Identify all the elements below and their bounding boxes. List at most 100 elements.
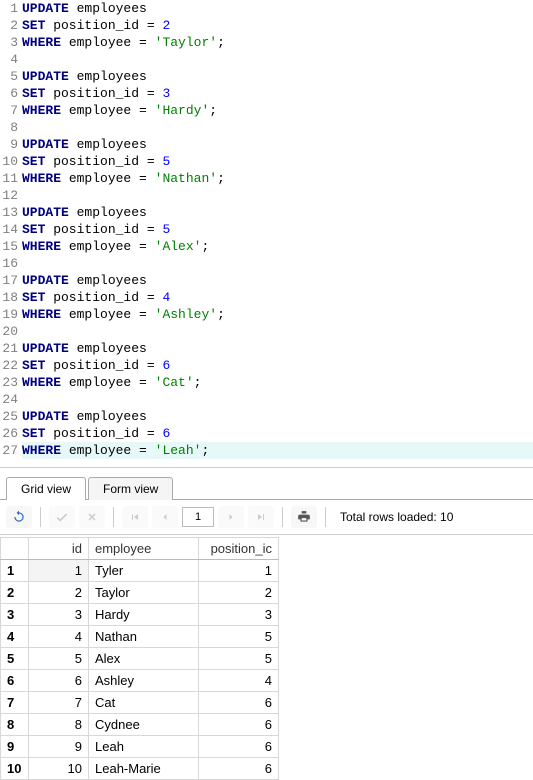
row-number[interactable]: 1: [1, 560, 29, 582]
row-number[interactable]: 8: [1, 714, 29, 736]
code-line[interactable]: [22, 51, 533, 68]
cell-id[interactable]: 10: [29, 758, 89, 780]
print-button[interactable]: [291, 506, 317, 528]
code-line[interactable]: SET position_id = 6: [22, 357, 533, 374]
prev-page-button[interactable]: [152, 506, 178, 528]
code-line[interactable]: [22, 187, 533, 204]
code-line[interactable]: WHERE employee = 'Nathan';: [22, 170, 533, 187]
sql-editor[interactable]: 1234567891011121314151617181920212223242…: [0, 0, 533, 468]
code-line[interactable]: SET position_id = 5: [22, 221, 533, 238]
code-line[interactable]: SET position_id = 5: [22, 153, 533, 170]
cell-position[interactable]: 6: [199, 736, 279, 758]
cell-id[interactable]: 2: [29, 582, 89, 604]
table-row[interactable]: 33Hardy3: [1, 604, 279, 626]
tab-form-view[interactable]: Form view: [88, 477, 173, 500]
table-row[interactable]: 22Taylor2: [1, 582, 279, 604]
code-lines[interactable]: UPDATE employeesSET position_id = 2WHERE…: [22, 0, 533, 459]
row-number[interactable]: 10: [1, 758, 29, 780]
table-row[interactable]: 66Ashley4: [1, 670, 279, 692]
code-line[interactable]: SET position_id = 2: [22, 17, 533, 34]
last-page-button[interactable]: [248, 506, 274, 528]
commit-button[interactable]: [49, 506, 75, 528]
code-line[interactable]: WHERE employee = 'Cat';: [22, 374, 533, 391]
cell-id[interactable]: 3: [29, 604, 89, 626]
code-line[interactable]: [22, 391, 533, 408]
last-page-icon: [255, 511, 267, 523]
cell-position[interactable]: 2: [199, 582, 279, 604]
code-line[interactable]: WHERE employee = 'Ashley';: [22, 306, 533, 323]
separator: [325, 507, 326, 527]
results-tabs: Grid view Form view: [0, 468, 533, 500]
cell-position[interactable]: 4: [199, 670, 279, 692]
code-line[interactable]: WHERE employee = 'Alex';: [22, 238, 533, 255]
column-header-id[interactable]: id: [29, 538, 89, 560]
table-row[interactable]: 88Cydnee6: [1, 714, 279, 736]
column-header-position[interactable]: position_ic: [199, 538, 279, 560]
row-number[interactable]: 7: [1, 692, 29, 714]
results-grid[interactable]: id employee position_ic 11Tyler122Taylor…: [0, 537, 279, 780]
code-line[interactable]: WHERE employee = 'Taylor';: [22, 34, 533, 51]
cell-id[interactable]: 1: [29, 560, 89, 582]
cell-employee[interactable]: Cydnee: [89, 714, 199, 736]
cell-position[interactable]: 5: [199, 648, 279, 670]
cell-position[interactable]: 6: [199, 758, 279, 780]
cell-employee[interactable]: Leah: [89, 736, 199, 758]
row-number[interactable]: 5: [1, 648, 29, 670]
cell-employee[interactable]: Leah-Marie: [89, 758, 199, 780]
code-line[interactable]: SET position_id = 4: [22, 289, 533, 306]
cell-id[interactable]: 7: [29, 692, 89, 714]
code-line[interactable]: UPDATE employees: [22, 0, 533, 17]
table-row[interactable]: 11Tyler1: [1, 560, 279, 582]
cell-employee[interactable]: Hardy: [89, 604, 199, 626]
code-line[interactable]: WHERE employee = 'Hardy';: [22, 102, 533, 119]
next-page-button[interactable]: [218, 506, 244, 528]
cell-position[interactable]: 3: [199, 604, 279, 626]
row-number[interactable]: 9: [1, 736, 29, 758]
cell-id[interactable]: 8: [29, 714, 89, 736]
chevron-right-icon: [225, 511, 237, 523]
cell-employee[interactable]: Taylor: [89, 582, 199, 604]
code-line[interactable]: [22, 119, 533, 136]
table-row[interactable]: 44Nathan5: [1, 626, 279, 648]
cell-position[interactable]: 1: [199, 560, 279, 582]
row-number[interactable]: 2: [1, 582, 29, 604]
cell-id[interactable]: 6: [29, 670, 89, 692]
table-row[interactable]: 77Cat6: [1, 692, 279, 714]
column-header-employee[interactable]: employee: [89, 538, 199, 560]
cell-id[interactable]: 5: [29, 648, 89, 670]
code-line[interactable]: UPDATE employees: [22, 408, 533, 425]
rollback-button[interactable]: [79, 506, 105, 528]
code-line[interactable]: UPDATE employees: [22, 136, 533, 153]
code-line[interactable]: UPDATE employees: [22, 272, 533, 289]
table-row[interactable]: 1010Leah-Marie6: [1, 758, 279, 780]
cell-id[interactable]: 4: [29, 626, 89, 648]
page-number-input[interactable]: 1: [182, 507, 214, 527]
row-number[interactable]: 6: [1, 670, 29, 692]
row-number[interactable]: 4: [1, 626, 29, 648]
cell-employee[interactable]: Ashley: [89, 670, 199, 692]
code-line[interactable]: SET position_id = 6: [22, 425, 533, 442]
code-line[interactable]: UPDATE employees: [22, 68, 533, 85]
cell-position[interactable]: 6: [199, 714, 279, 736]
cell-employee[interactable]: Cat: [89, 692, 199, 714]
x-icon: [86, 511, 98, 523]
results-panel: Grid view Form view: [0, 468, 533, 780]
cell-employee[interactable]: Tyler: [89, 560, 199, 582]
code-line[interactable]: WHERE employee = 'Leah';: [22, 442, 533, 459]
tab-grid-view[interactable]: Grid view: [6, 477, 86, 500]
code-line[interactable]: SET position_id = 3: [22, 85, 533, 102]
cell-employee[interactable]: Nathan: [89, 626, 199, 648]
cell-position[interactable]: 6: [199, 692, 279, 714]
code-line[interactable]: [22, 255, 533, 272]
code-line[interactable]: UPDATE employees: [22, 204, 533, 221]
table-row[interactable]: 55Alex5: [1, 648, 279, 670]
first-page-button[interactable]: [122, 506, 148, 528]
cell-id[interactable]: 9: [29, 736, 89, 758]
cell-position[interactable]: 5: [199, 626, 279, 648]
refresh-button[interactable]: [6, 506, 32, 528]
code-line[interactable]: [22, 323, 533, 340]
cell-employee[interactable]: Alex: [89, 648, 199, 670]
row-number[interactable]: 3: [1, 604, 29, 626]
table-row[interactable]: 99Leah6: [1, 736, 279, 758]
code-line[interactable]: UPDATE employees: [22, 340, 533, 357]
